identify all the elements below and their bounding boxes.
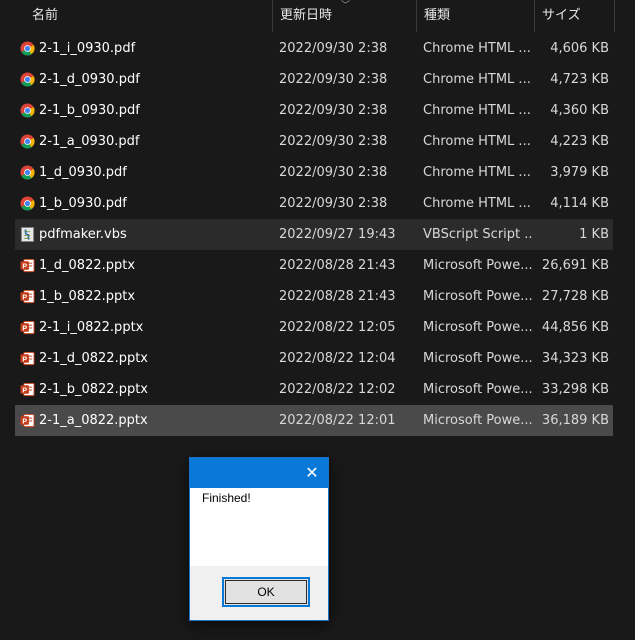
powerpoint-icon: P [20,258,35,273]
file-size: 4,606 KB [550,41,609,56]
column-divider[interactable] [614,0,615,32]
file-row[interactable]: P 2-1_d_0822.pptx 2022/08/22 12:04 Microsof… [15,343,613,374]
file-row[interactable]: P 2-1_b_0822.pptx 2022/08/22 12:02 Microsof… [15,374,613,405]
file-date: 2022/09/30 2:38 [279,165,388,180]
file-size: 1 KB [579,227,609,242]
file-name: 1_b_0822.pptx [39,289,136,304]
file-type: Chrome HTML ... [423,196,531,211]
file-size: 4,723 KB [550,72,609,87]
file-date: 2022/08/22 12:02 [279,382,396,397]
file-name: 2-1_b_0930.pdf [39,103,140,118]
file-type: Microsoft Powe... [423,382,533,397]
file-date: 2022/08/28 21:43 [279,258,396,273]
sort-caret-icon: ﹀ [341,1,351,11]
file-type: Chrome HTML ... [423,72,531,87]
file-type: VBScript Script ... [423,227,533,242]
file-size: 4,114 KB [550,196,609,211]
chrome-icon [20,41,35,56]
file-row[interactable]: P 2-1_a_0822.pptx 2022/08/22 12:01 Microsof… [15,405,613,436]
file-type: Chrome HTML ... [423,103,531,118]
file-row[interactable]: P 1_d_0822.pptx 2022/08/28 21:43 Microsoft … [15,250,613,281]
dialog-message: Finished! [202,491,251,505]
file-row[interactable]: 2-1_d_0930.pdf 2022/09/30 2:38 Chrome HTML… [15,64,613,95]
file-type: Microsoft Powe... [423,258,533,273]
file-type: Chrome HTML ... [423,165,531,180]
column-header-type[interactable]: 種類 [416,0,534,32]
file-type: Chrome HTML ... [423,41,531,56]
file-size: 27,728 KB [541,289,609,304]
file-name: pdfmaker.vbs [39,227,127,242]
file-size: 34,323 KB [541,351,609,366]
file-date: 2022/08/22 12:01 [279,413,396,428]
ok-button[interactable]: OK [222,577,310,607]
file-size: 26,691 KB [541,258,609,273]
file-size: 3,979 KB [550,165,609,180]
file-size: 44,856 KB [541,320,609,335]
chrome-icon [20,165,35,180]
svg-text:P: P [22,387,27,394]
chrome-icon [20,72,35,87]
file-type: Microsoft Powe... [423,289,533,304]
powerpoint-icon: P [20,351,35,366]
powerpoint-icon: P [20,382,35,397]
file-name: 2-1_d_0822.pptx [39,351,148,366]
file-row[interactable]: P 1_b_0822.pptx 2022/08/28 21:43 Microsoft … [15,281,613,312]
powerpoint-icon: P [20,413,35,428]
file-name: 2-1_a_0822.pptx [39,413,148,428]
file-date: 2022/09/30 2:38 [279,196,388,211]
file-size: 4,360 KB [550,103,609,118]
powerpoint-icon: P [20,289,35,304]
svg-text:P: P [22,325,27,332]
file-name: 2-1_a_0930.pdf [39,134,140,149]
file-row[interactable]: P 2-1_i_0822.pptx 2022/08/22 12:05 Microsof… [15,312,613,343]
svg-text:P: P [22,356,27,363]
ok-button-label: OK [257,585,275,599]
chrome-icon [20,196,35,211]
close-icon[interactable]: ✕ [300,462,324,484]
file-name: 2-1_d_0930.pdf [39,72,140,87]
file-size: 4,223 KB [550,134,609,149]
svg-text:P: P [22,263,27,270]
svg-text:P: P [22,294,27,301]
file-name: 2-1_b_0822.pptx [39,382,148,397]
column-header-bar: 名前 更新日時 ﹀ 種類 サイズ [0,0,635,32]
column-header-name[interactable]: 名前 [24,0,272,32]
file-type: Microsoft Powe... [423,320,533,335]
file-row[interactable]: pdfmaker.vbs 2022/09/27 19:43 VBScript Scr… [15,219,613,250]
file-date: 2022/08/22 12:05 [279,320,396,335]
file-name: 2-1_i_0930.pdf [39,41,136,56]
file-date: 2022/08/28 21:43 [279,289,396,304]
file-date: 2022/08/22 12:04 [279,351,396,366]
vbscript-icon [20,227,35,242]
dialog-titlebar[interactable]: ✕ [190,458,328,488]
file-date: 2022/09/30 2:38 [279,103,388,118]
file-row[interactable]: 2-1_i_0930.pdf 2022/09/30 2:38 Chrome HTML… [15,33,613,64]
file-date: 2022/09/30 2:38 [279,72,388,87]
file-name: 1_d_0822.pptx [39,258,136,273]
column-header-size[interactable]: サイズ [534,0,614,32]
file-size: 33,298 KB [541,382,609,397]
file-row[interactable]: 2-1_a_0930.pdf 2022/09/30 2:38 Chrome HTML… [15,126,613,157]
powerpoint-icon: P [20,320,35,335]
file-date: 2022/09/30 2:38 [279,134,388,149]
chrome-icon [20,103,35,118]
message-dialog: ✕ Finished! OK [189,457,329,621]
file-name: 1_b_0930.pdf [39,196,127,211]
file-type: Microsoft Powe... [423,351,533,366]
file-type: Microsoft Powe... [423,413,533,428]
file-name: 2-1_i_0822.pptx [39,320,144,335]
svg-text:P: P [22,418,27,425]
file-row[interactable]: 1_b_0930.pdf 2022/09/30 2:38 Chrome HTML .… [15,188,613,219]
file-row[interactable]: 2-1_b_0930.pdf 2022/09/30 2:38 Chrome HTML… [15,95,613,126]
chrome-icon [20,134,35,149]
file-type: Chrome HTML ... [423,134,531,149]
file-row[interactable]: 1_d_0930.pdf 2022/09/30 2:38 Chrome HTML .… [15,157,613,188]
file-date: 2022/09/30 2:38 [279,41,388,56]
file-name: 1_d_0930.pdf [39,165,127,180]
file-size: 36,189 KB [541,413,609,428]
file-date: 2022/09/27 19:43 [279,227,396,242]
